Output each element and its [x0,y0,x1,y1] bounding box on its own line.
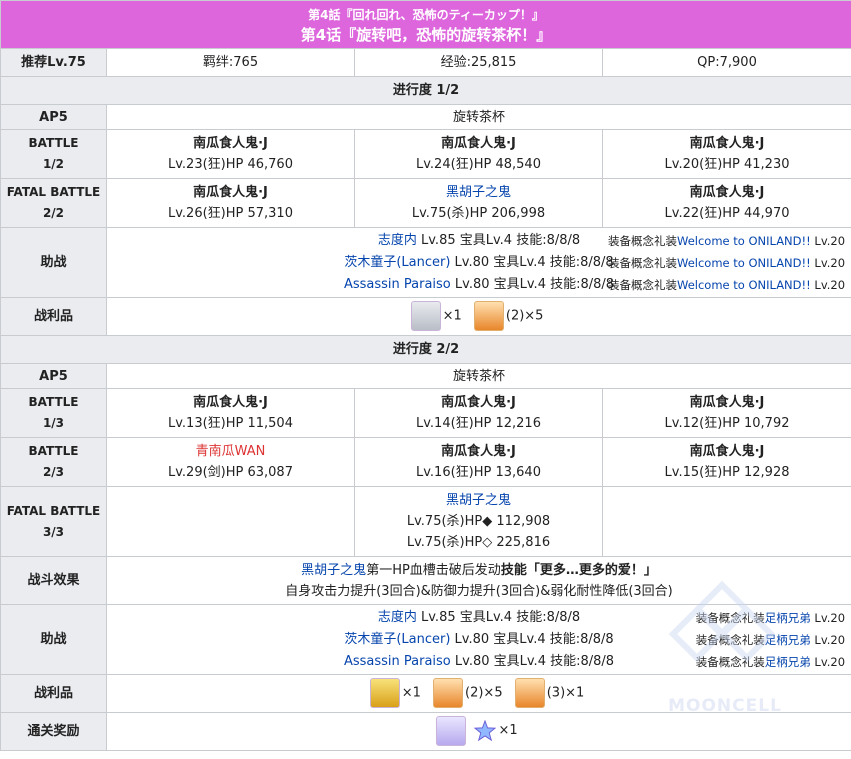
servant-link[interactable]: Assassin Paraiso [344,654,451,669]
progress-1-heading: 进行度 1/2 [0,76,851,105]
ce-link[interactable]: 足柄兄弟 [765,611,811,625]
ce-link[interactable]: Welcome to ONILAND!! [677,234,811,248]
quest-title-header: 第4話『回れ回れ、恐怖のティーカップ！』 第4话『旋转吧，恐怖的旋转茶杯！』 [0,0,851,49]
support-label-1: 助战 [0,227,107,298]
enemy-cell: 青南瓜WAN Lv.29(剑)HP 63,087 [106,437,355,487]
battle-2-label: BATTLE 2/3 [0,437,107,487]
support-cell-1: 志度内 Lv.85 宝具Lv.4 技能:8/8/8 装备概念礼装Welcome … [105,227,851,298]
support-row: 志度内 Lv.85 宝具Lv.4 技能:8/8/8 装备概念礼装足柄兄弟 Lv.… [377,609,846,625]
effect-enemy-link[interactable]: 黑胡子之鬼 [301,563,366,578]
enemy-cell: 南瓜食人鬼·J Lv.24(狂)HP 48,540 [354,129,603,179]
support-cell-2: 志度内 Lv.85 宝具Lv.4 技能:8/8/8 装备概念礼装足柄兄弟 Lv.… [105,604,851,675]
silver-statue-icon[interactable] [410,301,441,332]
ce-link[interactable]: Welcome to ONILAND!! [677,278,811,292]
recommended-level: 推荐Lv.75 [0,48,107,77]
quest-table: 第4話『回れ回れ、恐怖のティーカップ！』 第4话『旋转吧，恐怖的旋转茶杯！』 推… [0,0,851,751]
drops-cell-2: ×1 (2)×5 (3)×1 [105,674,851,713]
servant-link[interactable]: Assassin Paraiso [344,277,451,292]
enemy-cell: 南瓜食人鬼·J Lv.23(狂)HP 46,760 [106,129,355,179]
ce-link[interactable]: 足柄兄弟 [765,655,811,669]
enemy-cell: 南瓜食人鬼·J Lv.20(狂)HP 41,230 [601,129,851,179]
enemy-cell: 南瓜食人鬼·J Lv.13(狂)HP 11,504 [106,388,355,438]
enemy-cell: 南瓜食人鬼·J Lv.12(狂)HP 10,792 [601,388,851,438]
battle-effect-cell: 黑胡子之鬼第一HP血槽击破后发动技能「更多…更多的爱！」 自身攻击力提升(3回合… [105,556,851,605]
quest-title-jp: 第4話『回れ回れ、恐怖のティーカップ！』 [308,7,544,22]
battle-2-label: FATAL BATTLE 2/2 [0,178,107,228]
drops-label-2: 战利品 [0,674,107,713]
ap-cost-2: AP5 [0,363,107,389]
enemy-cell: 南瓜食人鬼·J Lv.15(狂)HP 12,928 [601,437,851,487]
clear-reward-cell: ×1 [105,712,851,751]
enemy-cell: 黑胡子之鬼 Lv.75(杀)HP◆ 112,908 Lv.75(杀)HP◇ 22… [354,486,603,557]
saint-quartz-icon[interactable] [474,719,497,742]
qp-value: QP:7,900 [601,48,851,77]
battle-3-label: FATAL BATTLE 3/3 [0,486,107,557]
support-row: Assassin Paraiso Lv.80 宝具Lv.4 技能:8/8/8 装… [343,276,846,292]
battle-effect-label: 战斗效果 [0,556,107,605]
support-label-2: 助战 [0,604,107,675]
progress-2-heading: 进行度 2/2 [0,335,851,364]
ap-cost-1: AP5 [0,104,107,130]
enemy-link[interactable]: 黑胡子之鬼 [356,182,602,203]
enemy-cell: 南瓜食人鬼·J Lv.26(狂)HP 57,310 [106,178,355,228]
servant-link[interactable]: 志度内 [378,233,417,248]
pumpkin-lantern-icon[interactable] [433,678,464,709]
stage-name-1: 旋转茶杯 [105,104,851,130]
enemy-cell: 南瓜食人鬼·J Lv.14(狂)HP 12,216 [354,388,603,438]
craft-essence-icon[interactable] [436,716,467,747]
stage-name-2: 旋转茶杯 [105,363,851,389]
support-row: 志度内 Lv.85 宝具Lv.4 技能:8/8/8 装备概念礼装Welcome … [377,232,846,248]
quest-title-cn: 第4话『旋转吧，恐怖的旋转茶杯！』 [300,25,552,44]
bond-value: 羁绊:765 [106,48,355,77]
clear-reward-label: 通关奖励 [0,712,107,751]
enemy-link[interactable]: 黑胡子之鬼 [356,490,602,511]
support-row: 茨木童子(Lancer) Lv.80 宝具Lv.4 技能:8/8/8 装备概念礼… [344,254,846,270]
drops-label-1: 战利品 [0,297,107,336]
exp-value: 经验:25,815 [354,48,603,77]
enemy-cell: 南瓜食人鬼·J Lv.22(狂)HP 44,970 [601,178,851,228]
battle-1-label: BATTLE 1/2 [0,129,107,179]
enemy-cell-empty [601,486,851,557]
servant-link[interactable]: 茨木童子(Lancer) [344,632,450,647]
support-row: 茨木童子(Lancer) Lv.80 宝具Lv.4 技能:8/8/8 装备概念礼… [344,631,846,647]
drops-cell-1: ×1 (2)×5 [105,297,851,336]
ce-link[interactable]: Welcome to ONILAND!! [677,256,811,270]
pumpkin-lantern-icon[interactable] [514,678,545,709]
gold-statue-icon[interactable] [369,678,400,709]
ce-link[interactable]: 足柄兄弟 [765,633,811,647]
servant-link[interactable]: 志度内 [378,610,417,625]
servant-link[interactable]: 茨木童子(Lancer) [344,255,450,270]
enemy-cell: 南瓜食人鬼·J Lv.16(狂)HP 13,640 [354,437,603,487]
battle-1-label: BATTLE 1/3 [0,388,107,438]
pumpkin-lantern-icon[interactable] [473,301,504,332]
support-row: Assassin Paraiso Lv.80 宝具Lv.4 技能:8/8/8 装… [343,653,846,669]
enemy-cell-empty [106,486,355,557]
enemy-link-red[interactable]: 青南瓜WAN [108,441,354,462]
enemy-cell: 黑胡子之鬼 Lv.75(杀)HP 206,998 [354,178,603,228]
